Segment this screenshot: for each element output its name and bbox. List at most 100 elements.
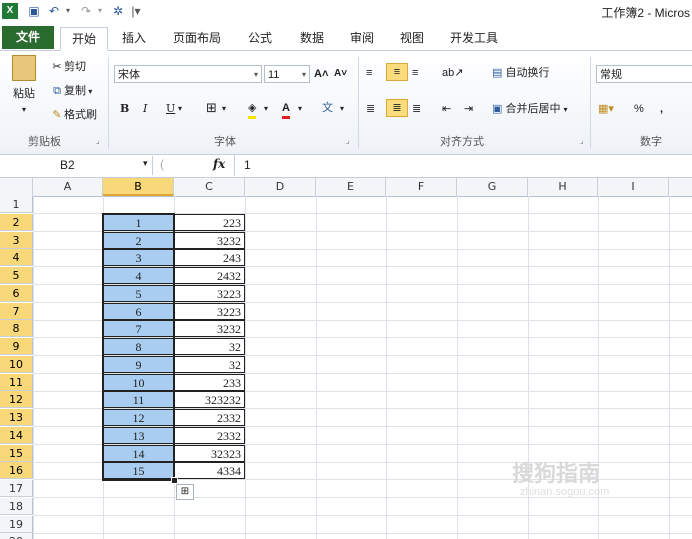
shrink-font-icon[interactable]: A˅ [334, 66, 347, 82]
row-header-5[interactable]: 5 [0, 267, 33, 284]
tab-formulas[interactable]: 公式 [240, 27, 280, 49]
row-header-17[interactable]: 17 [0, 480, 33, 497]
column-header-d[interactable]: D [245, 178, 316, 196]
wrap-text-button[interactable]: ▤ 自动换行 [492, 65, 549, 81]
tab-file[interactable]: 文件 [2, 26, 54, 49]
copy-button[interactable]: ⧉ 复制 ▾ [50, 83, 92, 100]
row-header-7[interactable]: 7 [0, 303, 33, 320]
row-header-4[interactable]: 4 [0, 249, 33, 266]
row-header-8[interactable]: 8 [0, 320, 33, 337]
phonetic-icon[interactable]: 文 [322, 100, 333, 116]
italic-button[interactable]: I [143, 101, 147, 117]
font-color-dropdown-icon[interactable]: ▾ [298, 101, 302, 117]
font-name-combo[interactable]: 宋体 ▾ [114, 65, 262, 83]
tab-view[interactable]: 视图 [392, 27, 432, 49]
save-icon[interactable]: ▣ [26, 3, 42, 19]
undo-dropdown-icon[interactable]: ▾ [60, 3, 76, 19]
column-header-h[interactable]: H [528, 178, 598, 196]
column-header-e[interactable]: E [316, 178, 386, 196]
comma-button[interactable]: , [660, 101, 663, 117]
cell-b11[interactable]: 10 [103, 374, 174, 391]
row-header-1[interactable]: 1 [0, 196, 33, 213]
tab-insert[interactable]: 插入 [114, 27, 154, 49]
percent-button[interactable]: % [634, 101, 644, 117]
column-header-a[interactable]: A [33, 178, 103, 196]
column-header-g[interactable]: G [457, 178, 528, 196]
clipboard-launcher-icon[interactable]: ⌟ [96, 136, 100, 145]
row-header-20[interactable]: 20 [0, 533, 33, 539]
cell-b10[interactable]: 9 [103, 356, 174, 373]
cell-c15[interactable]: 32323 [174, 445, 245, 462]
cell-c16[interactable]: 4334 [174, 462, 245, 479]
row-header-6[interactable]: 6 [0, 285, 33, 302]
align-right-icon[interactable]: ≣ [412, 101, 421, 117]
cell-b8[interactable]: 7 [103, 320, 174, 337]
row-header-12[interactable]: 12 [0, 391, 33, 408]
paste-button[interactable]: 粘贴 ▾ [8, 55, 40, 118]
row-header-16[interactable]: 16 [0, 462, 33, 479]
tab-data[interactable]: 数据 [292, 27, 332, 49]
font-color-icon[interactable]: A [282, 100, 290, 119]
cut-button[interactable]: ✂ 剪切 [50, 59, 86, 75]
tab-developer[interactable]: 开发工具 [444, 27, 504, 49]
align-left-icon[interactable]: ≣ [366, 101, 375, 117]
cell-b5[interactable]: 4 [103, 267, 174, 284]
tab-home[interactable]: 开始 [60, 27, 108, 51]
formula-input[interactable]: 1 [244, 158, 251, 172]
insert-function-icon[interactable]: fx [213, 157, 225, 171]
tab-page-layout[interactable]: 页面布局 [166, 27, 228, 49]
column-header-f[interactable]: F [386, 178, 457, 196]
align-top-icon[interactable]: ≡ [366, 65, 372, 81]
row-header-9[interactable]: 9 [0, 338, 33, 355]
customize-toolbar-icon[interactable]: |▾ [128, 3, 144, 19]
row-header-15[interactable]: 15 [0, 445, 33, 462]
row-header-10[interactable]: 10 [0, 356, 33, 373]
row-header-3[interactable]: 3 [0, 232, 33, 249]
column-header-b[interactable]: B [103, 178, 174, 196]
cell-b9[interactable]: 8 [103, 338, 174, 355]
name-box[interactable]: B2 ▾ [0, 156, 153, 175]
cell-b16[interactable]: 15 [103, 462, 174, 479]
font-launcher-icon[interactable]: ⌟ [346, 136, 350, 145]
row-header-13[interactable]: 13 [0, 409, 33, 426]
underline-dropdown-icon[interactable]: ▾ [178, 101, 182, 117]
cell-b13[interactable]: 12 [103, 409, 174, 426]
orientation-icon[interactable]: ab↗ [442, 65, 463, 81]
format-painter-button[interactable]: ✎ 格式刷 [50, 107, 97, 123]
select-all-corner[interactable] [0, 178, 33, 196]
number-format-combo[interactable]: 常规 [596, 65, 692, 83]
grow-font-icon[interactable]: A˄ [314, 66, 328, 82]
align-center-icon[interactable]: ≣ [386, 99, 408, 117]
borders-icon[interactable]: ⊞ [206, 100, 217, 116]
align-bottom-icon[interactable]: ≡ [412, 65, 418, 81]
font-size-combo[interactable]: 11 ▾ [264, 65, 310, 83]
bold-button[interactable]: B [120, 101, 129, 117]
autofill-options-icon[interactable]: ⊞ [176, 484, 194, 500]
cell-c5[interactable]: 2432 [174, 267, 245, 284]
cell-c13[interactable]: 2332 [174, 409, 245, 426]
excel-app-icon[interactable]: X [2, 3, 18, 19]
cell-c3[interactable]: 3232 [174, 232, 245, 249]
cell-b7[interactable]: 6 [103, 303, 174, 320]
borders-dropdown-icon[interactable]: ▾ [222, 101, 226, 117]
cell-b14[interactable]: 13 [103, 427, 174, 444]
cell-c8[interactable]: 3232 [174, 320, 245, 337]
cell-b4[interactable]: 3 [103, 249, 174, 266]
row-header-2[interactable]: 2 [0, 214, 33, 231]
underline-button[interactable]: U [166, 101, 175, 117]
fill-handle[interactable] [171, 477, 178, 484]
cell-c6[interactable]: 3223 [174, 285, 245, 302]
decrease-indent-icon[interactable]: ⇤ [442, 101, 451, 117]
phonetic-dropdown-icon[interactable]: ▾ [340, 101, 344, 117]
cell-b6[interactable]: 5 [103, 285, 174, 302]
cell-c2[interactable]: 223 [174, 214, 245, 231]
increase-indent-icon[interactable]: ⇥ [464, 101, 473, 117]
alignment-launcher-icon[interactable]: ⌟ [580, 136, 584, 145]
row-header-11[interactable]: 11 [0, 374, 33, 391]
cell-b2[interactable]: 1 [103, 214, 174, 231]
cell-c4[interactable]: 243 [174, 249, 245, 266]
cell-b12[interactable]: 11 [103, 391, 174, 408]
column-header-i[interactable]: I [598, 178, 669, 196]
align-middle-icon[interactable]: ≡ [386, 63, 408, 81]
chevron-down-icon[interactable]: ▾ [143, 158, 148, 169]
